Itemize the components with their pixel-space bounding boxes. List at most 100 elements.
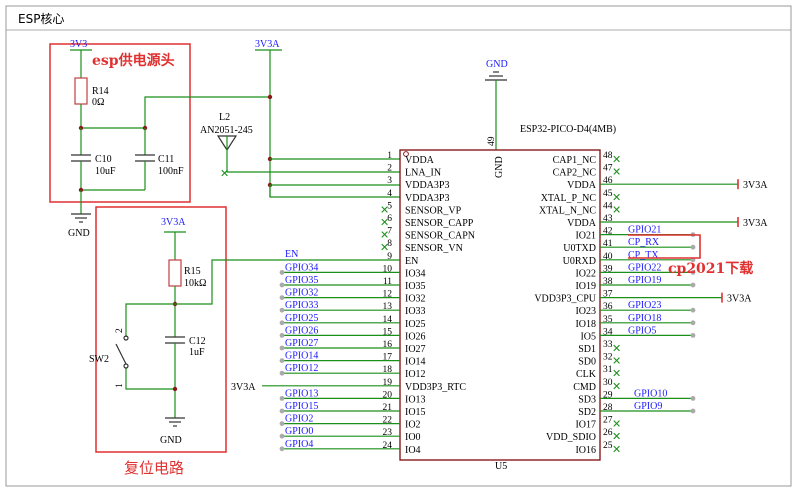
reset-section-title: 复位电路 [124,459,184,477]
chip-right-pin-name: CAP2_NC [553,168,597,179]
chip-left-pin-num: 3 [387,176,392,186]
sheet-title-box [5,5,792,31]
wire-vdda3p3-b [269,185,400,198]
chip-right-pins: CAP1_NC 48CAP2_NC 47VDDA 46XTAL_P_NC 45XTAL_… [534,151,621,456]
r15-body [168,259,182,287]
junction-rail-1 [267,94,273,100]
no-connect-mark: ✕ [612,431,621,443]
net-label-gpio: GPIO18 [628,313,661,324]
sheet-title: ESP核心 [18,12,64,26]
no-connect-mark: ✕ [612,356,621,368]
net-port-dot [279,358,285,363]
c12-ref: C12 [189,336,206,347]
power-section: esp供电源头 3V3 R14 0Ω C10 10uF C11 100nF GN… [49,39,270,239]
chip-left-pin-name: IO27 [405,344,426,355]
net-port-dot [690,396,696,401]
power-wire-to-3v3a [144,96,270,128]
net-port-dot [690,408,696,414]
antenna-part: AN2051-245 [200,125,253,136]
net-label-gpio: GPIO34 [285,262,318,273]
c10-ref: C10 [95,154,112,165]
net-label-3v3a: 3V3A [743,218,768,229]
net-port-dot [279,370,285,376]
chip-left-pin-num: 1 [387,151,392,161]
chip-left-pin-name: VDDA3P3 [405,180,449,191]
no-connect-mark: ✕ [380,204,389,216]
chip-right-pin-name: SD1 [578,344,596,355]
chip-left-pin-name: IO2 [405,420,421,431]
sw2-contact-bottom [123,363,129,369]
vdda-rail: 3V3A [255,39,400,198]
chip-gnd-pin-num: 49 [487,136,497,146]
net-label-cp-rx: CP_RX [628,237,660,248]
chip-left-pin-num: 4 [387,189,392,199]
chip-right-pin-name: IO22 [575,268,596,279]
net-port-dot [279,345,285,351]
net-port-dot [279,295,285,300]
chip-right-pin-name: U0TXD [563,243,596,254]
chip-left-pin-name: SENSOR_CAPN [405,231,475,242]
net-label-gpio: GPIO13 [285,388,318,399]
net-label-gpio9: GPIO9 [634,401,662,412]
chip-left-pin-name: SENSOR_CAPP [405,218,474,229]
net-port-dot [279,408,285,414]
net-label-gpio: GPIO27 [285,338,318,349]
antenna-l2: L2 AN2051-245 ✕ [200,112,400,180]
sw2-pin1: 1 [115,383,125,388]
net-label-gpio: GPIO32 [285,288,318,299]
chip-gnd-pin-label: GND [494,156,505,178]
power-section-title: esp供电源头 [92,52,175,69]
net-port-dot [690,244,696,250]
net-port-dot [690,282,696,288]
chip-right-pin-name: IO18 [575,319,596,330]
c11-ref: C11 [158,154,174,165]
chip-left-pin-name: VDDA3P3 [405,193,449,204]
net-label-cp-tx: CP_TX [628,250,659,261]
c11-value: 100nF [158,166,184,177]
chip-right-pin-name: IO21 [575,231,596,242]
chip-gnd: GND GND 49 [485,59,508,178]
chip-left-pin-name: SENSOR_VP [405,205,462,216]
no-connect-mark: ✕ [612,368,621,380]
chip-right-pin-name: VDD3P3_CPU [534,294,596,305]
chip-right-pin-name: SD2 [578,407,596,418]
no-connect-mark: ✕ [612,192,621,204]
chip-left-pin-name: IO35 [405,281,426,292]
chip-ref: U5 [495,461,507,472]
sw2-lever [115,343,127,365]
c12-value: 1uF [189,347,205,358]
net-label-gpio: GPIO0 [285,426,313,437]
chip-right-pin-name: SD3 [578,394,596,405]
chip-left-pin-name: IO32 [405,294,426,305]
chip-left-pin-name: IO14 [405,357,426,368]
r14-body [74,77,88,105]
net-label-gpio: GPIO12 [285,363,318,374]
no-connect-mark: ✕ [612,154,621,166]
net-port-dot [690,333,696,338]
power-gnd-label: GND [68,228,90,239]
chip-right-pin-name: VDDA [567,218,597,229]
sw2-ref: SW2 [89,354,109,365]
chip-left-pin-name: IO25 [405,319,426,330]
reset-wire-sw-top [125,303,175,337]
net-port-dot [279,446,285,452]
net-label-gpio: GPIO4 [285,439,313,450]
download-label: cp2021下载 [668,260,753,277]
reset-gnd-symbol [165,417,185,427]
net-label-3v3a: 3V3A [231,382,256,393]
net-label-3v3a: 3V3A [727,294,752,305]
chip-right-pin-name: IO16 [575,445,596,456]
chip-left-pin-name: IO0 [405,432,421,443]
schematic-sheet: ESP核心 esp供电源头 3V3 R14 0Ω C10 10uF C11 10… [5,5,792,487]
chip-right-pin-name: VDDA [567,180,597,191]
no-connect-mark: ✕ [380,242,389,254]
net-port-dot [279,320,285,326]
net-label-3v3a: 3V3A [743,180,768,191]
chip-right-pin-name: SD0 [578,357,596,368]
chip-right-pin-name: CMD [573,382,596,393]
wire-lna-in [226,136,400,173]
net-label-gpio: GPIO2 [285,414,313,425]
reset-wire-sw-bottom [125,368,175,390]
chip-left-pin-name: IO34 [405,268,426,279]
net-label-gpio19: GPIO19 [628,275,661,286]
